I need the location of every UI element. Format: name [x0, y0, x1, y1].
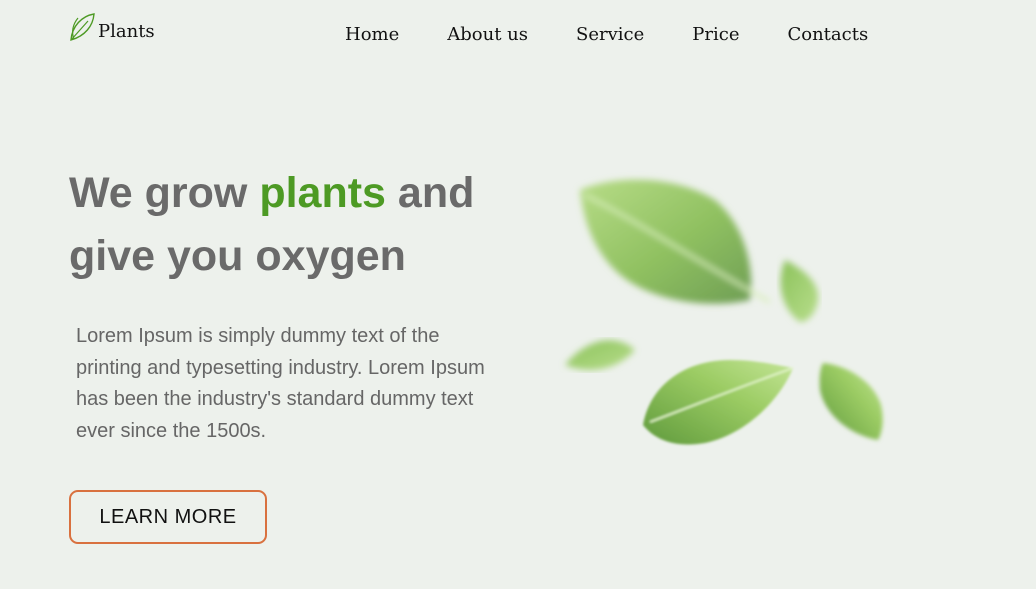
nav-item-about-us[interactable]: About us	[447, 24, 528, 45]
leaf-small-right	[780, 260, 819, 322]
main-nav: Home About us Service Price Contacts	[345, 24, 868, 45]
learn-more-button[interactable]: LEARN MORE	[69, 490, 267, 544]
leaf-medium-bottom	[643, 360, 794, 445]
leaf-large	[580, 179, 771, 304]
logo[interactable]: Plants	[68, 12, 155, 42]
nav-item-home[interactable]: Home	[345, 24, 399, 45]
hero-description: Lorem Ipsum is simply dummy text of the …	[76, 325, 485, 442]
nav-item-contacts[interactable]: Contacts	[787, 24, 868, 45]
nav-item-service[interactable]: Service	[576, 24, 644, 45]
logo-text: Plants	[98, 21, 155, 42]
hero-title-part1: We grow	[69, 169, 260, 217]
leaf-icon	[70, 13, 95, 41]
nav-item-price[interactable]: Price	[692, 24, 739, 45]
hero-title-accent: plants	[259, 169, 386, 217]
leaf-small-left	[565, 340, 635, 370]
leaves-illustration	[565, 179, 883, 445]
hero-title: We grow plants and give you oxygen	[69, 162, 539, 288]
leaf-far-right	[819, 363, 883, 440]
